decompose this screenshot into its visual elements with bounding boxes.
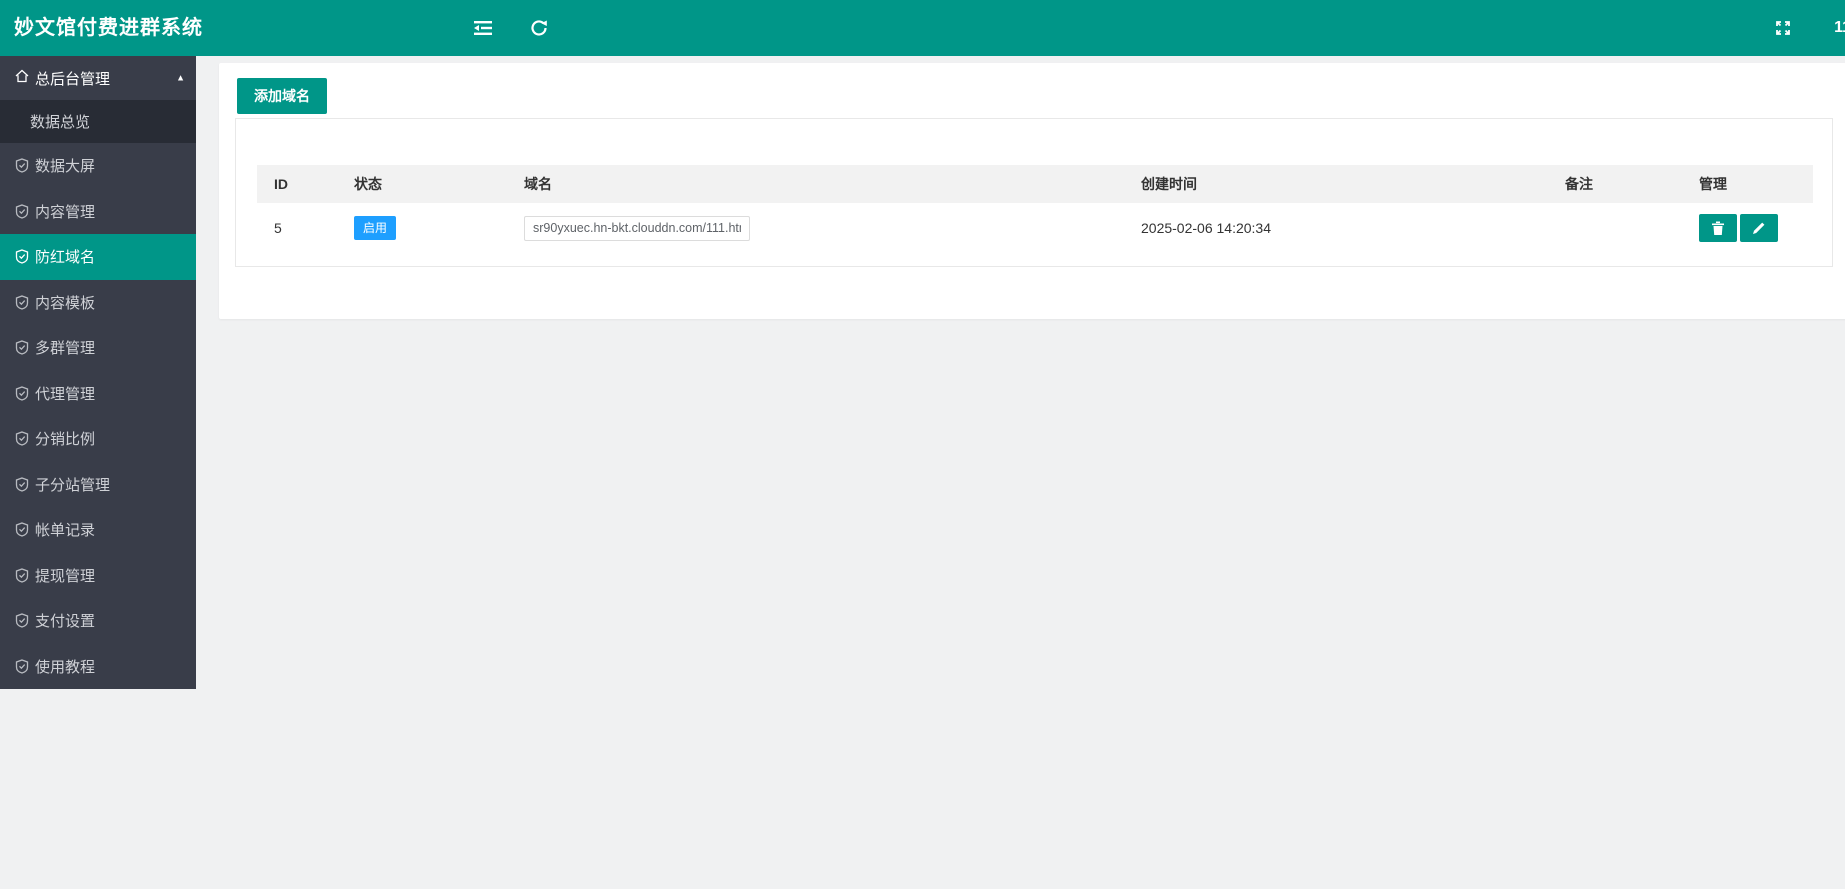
header-right-text: 11 [1834, 19, 1845, 36]
cell-manage [1682, 203, 1813, 253]
refresh-icon[interactable] [528, 17, 550, 39]
shield-check-icon [15, 340, 29, 355]
sidebar-item-substation-manage[interactable]: 子分站管理 [0, 462, 196, 508]
cell-id: 5 [274, 220, 282, 236]
shield-check-icon [15, 295, 29, 310]
shield-check-icon [15, 613, 29, 628]
table-header-row: ID 状态 域名 创建时间 备注 管理 [257, 165, 1813, 203]
app-title: 妙文馆付费进群系统 [14, 17, 203, 39]
home-icon [15, 69, 29, 87]
shield-check-icon [15, 431, 29, 446]
col-header-status: 状态 [337, 165, 507, 203]
sidebar-item-multi-group[interactable]: 多群管理 [0, 325, 196, 371]
sidebar-item-label: 总后台管理 [35, 70, 111, 88]
shield-check-icon [15, 249, 29, 264]
sidebar-item-data-overview[interactable]: 数据总览 [0, 100, 196, 143]
status-badge: 启用 [354, 216, 397, 240]
sidebar-item-label: 使用教程 [35, 658, 96, 676]
pencil-icon [1740, 221, 1778, 235]
add-domain-button[interactable]: 添加域名 [237, 78, 327, 114]
sidebar-item-bill-records[interactable]: 帐单记录 [0, 507, 196, 553]
sidebar-item-label: 分销比例 [35, 431, 96, 449]
sidebar-item-label: 提现管理 [35, 567, 96, 585]
cell-remark [1548, 203, 1682, 253]
col-header-created: 创建时间 [1124, 165, 1548, 203]
sidebar-item-data-screen[interactable]: 数据大屏 [0, 143, 196, 189]
sidebar-item-label: 数据总览 [30, 114, 91, 131]
col-header-domain: 域名 [507, 165, 1124, 203]
sidebar-item-tutorial[interactable]: 使用教程 [0, 644, 196, 690]
shield-check-icon [15, 522, 29, 537]
cell-status: 启用 [337, 203, 507, 253]
fullscreen-icon[interactable] [1772, 17, 1794, 39]
sidebar-item-content-manage[interactable]: 内容管理 [0, 189, 196, 235]
shield-check-icon [15, 204, 29, 219]
sidebar-item-label: 内容模板 [35, 294, 96, 312]
cell-created: 2025-02-06 14:20:34 [1141, 220, 1271, 236]
sidebar-item-label: 内容管理 [35, 203, 96, 221]
sidebar-item-label: 数据大屏 [35, 158, 96, 176]
cell-domain [507, 203, 1124, 253]
shield-check-icon [15, 659, 29, 674]
shield-check-icon [15, 158, 29, 173]
col-header-id: ID [257, 165, 337, 203]
sidebar-item-withdraw-manage[interactable]: 提现管理 [0, 553, 196, 599]
table-row: 5 启用 2025-02-06 14:20:34 [257, 203, 1813, 253]
sidebar-item-label: 防红域名 [35, 249, 96, 267]
sidebar-nav: 总后台管理 ▲ 数据总览 数据大屏 内容管理 防红域名 内容模板 多群管理 代理… [0, 56, 196, 689]
sidebar-item-label: 帐单记录 [35, 522, 96, 540]
shield-check-icon [15, 386, 29, 401]
sidebar-item-label: 多群管理 [35, 340, 96, 358]
edit-button[interactable] [1740, 214, 1778, 242]
sidebar-item-anti-red-domain[interactable]: 防红域名 [0, 234, 196, 280]
shield-check-icon [15, 477, 29, 492]
delete-button[interactable] [1699, 214, 1737, 242]
sidebar-item-admin-root[interactable]: 总后台管理 ▲ [0, 56, 196, 100]
sidebar-item-label: 子分站管理 [35, 476, 111, 494]
chevron-up-icon: ▲ [176, 72, 185, 83]
content-card: 添加域名 ID 状态 域名 创建时间 备注 管理 5 启用 sr90yxuec.… [219, 63, 1845, 319]
sidebar-item-payment-settings[interactable]: 支付设置 [0, 598, 196, 644]
trash-icon [1699, 221, 1737, 236]
sidebar-item-distribution-ratio[interactable]: 分销比例 [0, 416, 196, 462]
sidebar-item-label: 代理管理 [35, 385, 96, 403]
col-header-remark: 备注 [1548, 165, 1682, 203]
sidebar-item-content-template[interactable]: 内容模板 [0, 280, 196, 326]
collapse-menu-icon[interactable] [472, 17, 494, 39]
domain-table: ID 状态 域名 创建时间 备注 管理 5 启用 2025 [257, 165, 1813, 253]
sidebar-item-label: 支付设置 [35, 613, 96, 631]
domain-input[interactable] [524, 215, 750, 241]
col-header-manage: 管理 [1682, 165, 1813, 203]
sidebar-item-agent-manage[interactable]: 代理管理 [0, 371, 196, 417]
top-header: 妙文馆付费进群系统 11 [0, 0, 1845, 56]
domain-table-container: ID 状态 域名 创建时间 备注 管理 5 启用 2025 [235, 118, 1833, 267]
shield-check-icon [15, 568, 29, 583]
